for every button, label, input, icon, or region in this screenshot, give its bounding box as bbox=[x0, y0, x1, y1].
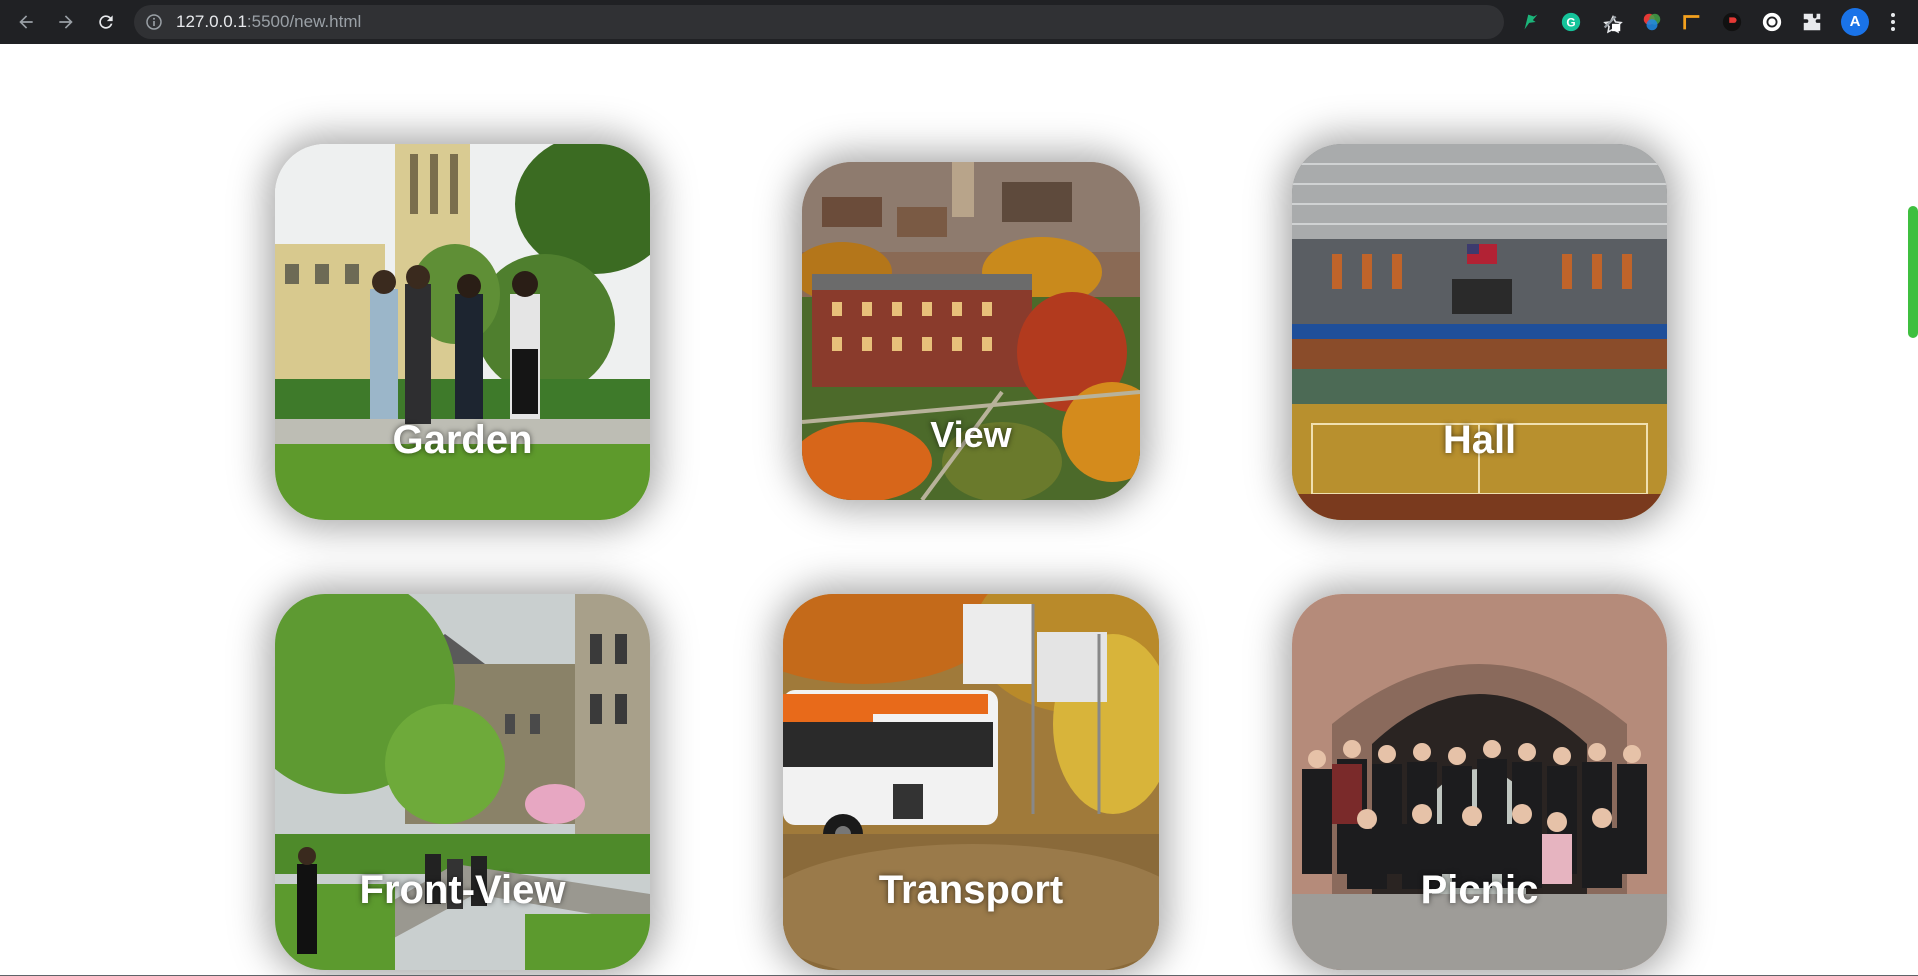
grammarly-icon[interactable]: G bbox=[1559, 10, 1583, 34]
extensions-icon[interactable] bbox=[1800, 10, 1824, 34]
extension-record-icon[interactable] bbox=[1720, 10, 1744, 34]
extension-ruler-icon[interactable] bbox=[1680, 10, 1704, 34]
svg-text:G: G bbox=[1566, 16, 1575, 30]
menu-icon[interactable] bbox=[1880, 8, 1906, 36]
card-label: Transport bbox=[878, 868, 1064, 912]
url-host: 127.0.0.1 bbox=[176, 12, 247, 31]
scrollbar-thumb[interactable] bbox=[1908, 206, 1918, 338]
browser-toolbar: 127.0.0.1:5500/new.html G A bbox=[0, 0, 1918, 44]
url-text: 127.0.0.1:5500/new.html bbox=[176, 5, 361, 39]
card-label: Picnic bbox=[1420, 868, 1539, 912]
url-path: :5500/new.html bbox=[246, 12, 362, 31]
card-label: Front-View bbox=[359, 868, 566, 912]
picnic-image bbox=[1292, 594, 1667, 970]
forward-icon[interactable] bbox=[50, 6, 82, 38]
card-front-view[interactable]: Front-View bbox=[275, 594, 650, 970]
card-hall[interactable]: Hall bbox=[1292, 144, 1667, 520]
card-label: Hall bbox=[1442, 418, 1517, 462]
info-icon[interactable] bbox=[146, 14, 162, 30]
transport-image bbox=[783, 594, 1159, 970]
card-view[interactable]: View bbox=[802, 162, 1140, 500]
page-viewport: Garden View Hall Front-View Transport Pi… bbox=[0, 44, 1906, 976]
extension-bird-icon[interactable] bbox=[1519, 10, 1543, 34]
back-icon[interactable] bbox=[10, 6, 42, 38]
garden-image bbox=[275, 144, 650, 520]
reload-icon[interactable] bbox=[90, 6, 122, 38]
avatar[interactable]: A bbox=[1841, 8, 1869, 36]
card-garden[interactable]: Garden bbox=[275, 144, 650, 520]
card-picnic[interactable]: Picnic bbox=[1292, 594, 1667, 970]
extension-pen-icon[interactable] bbox=[1600, 10, 1624, 34]
front-view-image bbox=[275, 594, 650, 970]
card-label: Garden bbox=[392, 418, 533, 462]
card-transport[interactable]: Transport bbox=[783, 594, 1159, 970]
hall-image bbox=[1292, 144, 1667, 520]
extension-colorwheel-icon[interactable] bbox=[1640, 10, 1664, 34]
address-bar[interactable]: 127.0.0.1:5500/new.html bbox=[134, 5, 1623, 39]
page-scrollbar[interactable] bbox=[1906, 44, 1918, 976]
extension-circle-icon[interactable] bbox=[1760, 10, 1784, 34]
card-label: View bbox=[930, 414, 1012, 455]
